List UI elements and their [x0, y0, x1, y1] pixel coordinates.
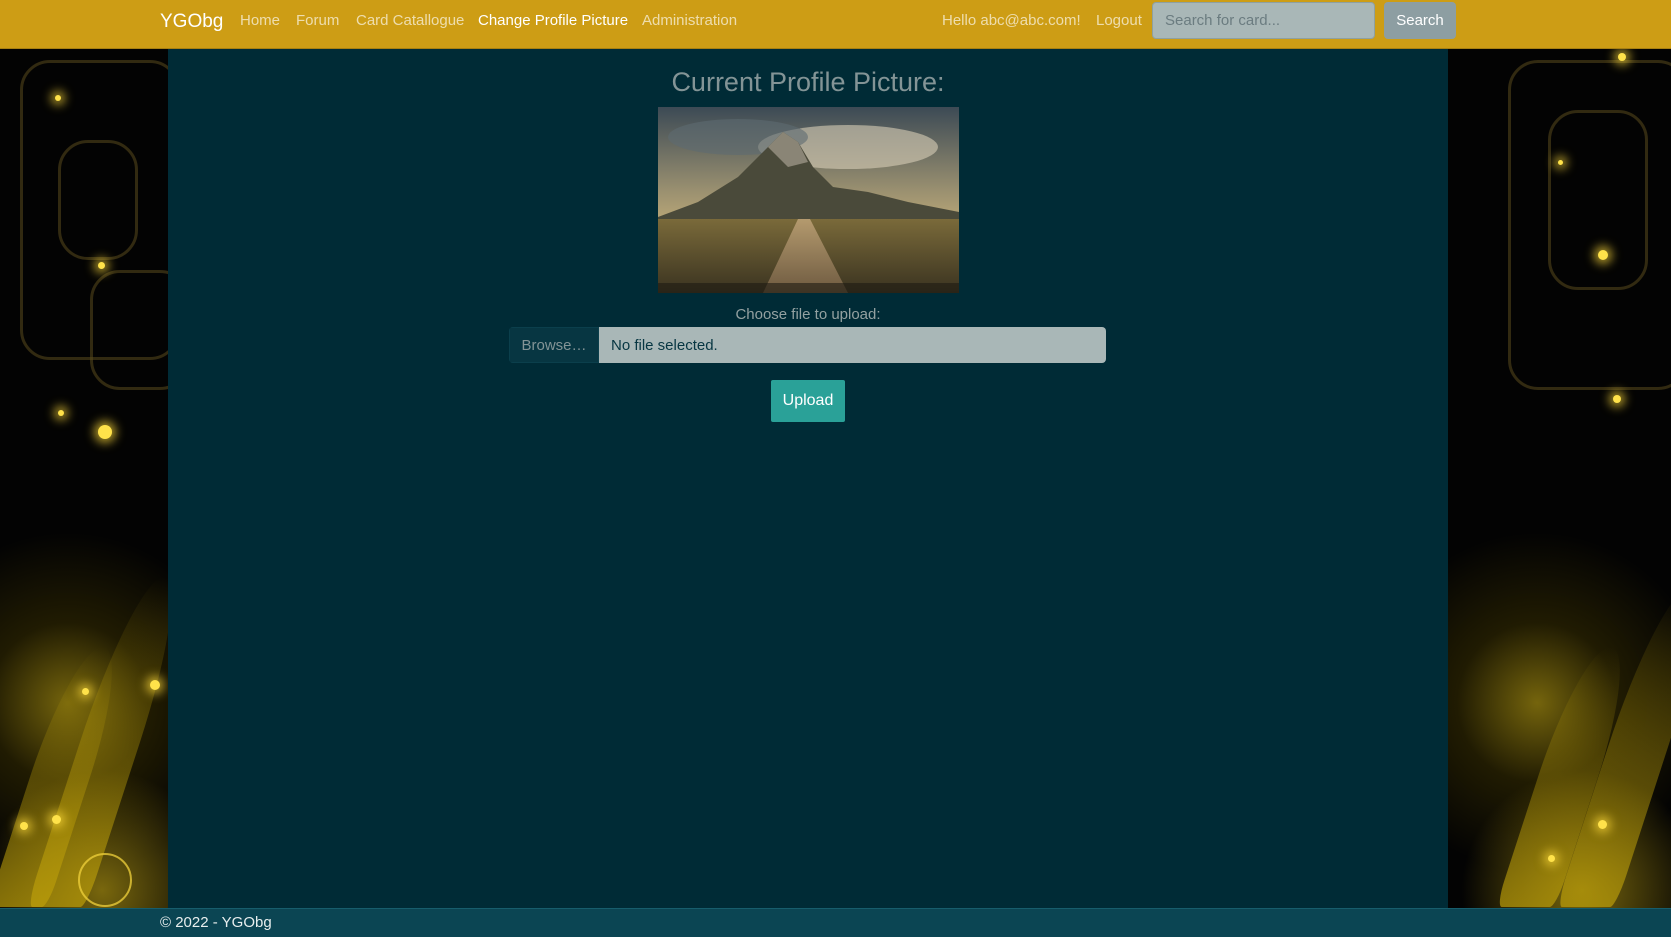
file-status[interactable]: No file selected.: [599, 327, 1106, 363]
brand-link[interactable]: YGObg: [160, 11, 223, 33]
logout-link[interactable]: Logout: [1096, 12, 1142, 29]
search-button[interactable]: Search: [1384, 2, 1456, 39]
nav-link-card-catalogue[interactable]: Card Catallogue: [356, 12, 464, 29]
nav-link-home[interactable]: Home: [240, 12, 280, 29]
background-left-decoration: [0, 0, 170, 937]
file-upload-input[interactable]: Browse… No file selected.: [509, 327, 1106, 363]
user-greeting-link[interactable]: Hello abc@abc.com!: [942, 12, 1081, 29]
nav-link-change-profile-picture[interactable]: Change Profile Picture: [478, 12, 628, 29]
background-right-decoration: [1448, 0, 1671, 937]
current-profile-picture: [658, 107, 959, 293]
card-search-input[interactable]: [1152, 2, 1375, 39]
navbar: YGObg Home Forum Card Catallogue Change …: [0, 0, 1671, 49]
footer: © 2022 - YGObg: [0, 908, 1671, 937]
nav-link-administration[interactable]: Administration: [642, 12, 737, 29]
choose-file-label: Choose file to upload:: [735, 306, 881, 323]
page-title: Current Profile Picture:: [671, 67, 945, 97]
browse-button[interactable]: Browse…: [509, 327, 599, 363]
main-content: Current Profile Picture: Choose file to …: [168, 49, 1448, 908]
upload-button[interactable]: Upload: [771, 380, 845, 422]
footer-copyright: © 2022 - YGObg: [160, 914, 272, 931]
nav-link-forum[interactable]: Forum: [296, 12, 339, 29]
